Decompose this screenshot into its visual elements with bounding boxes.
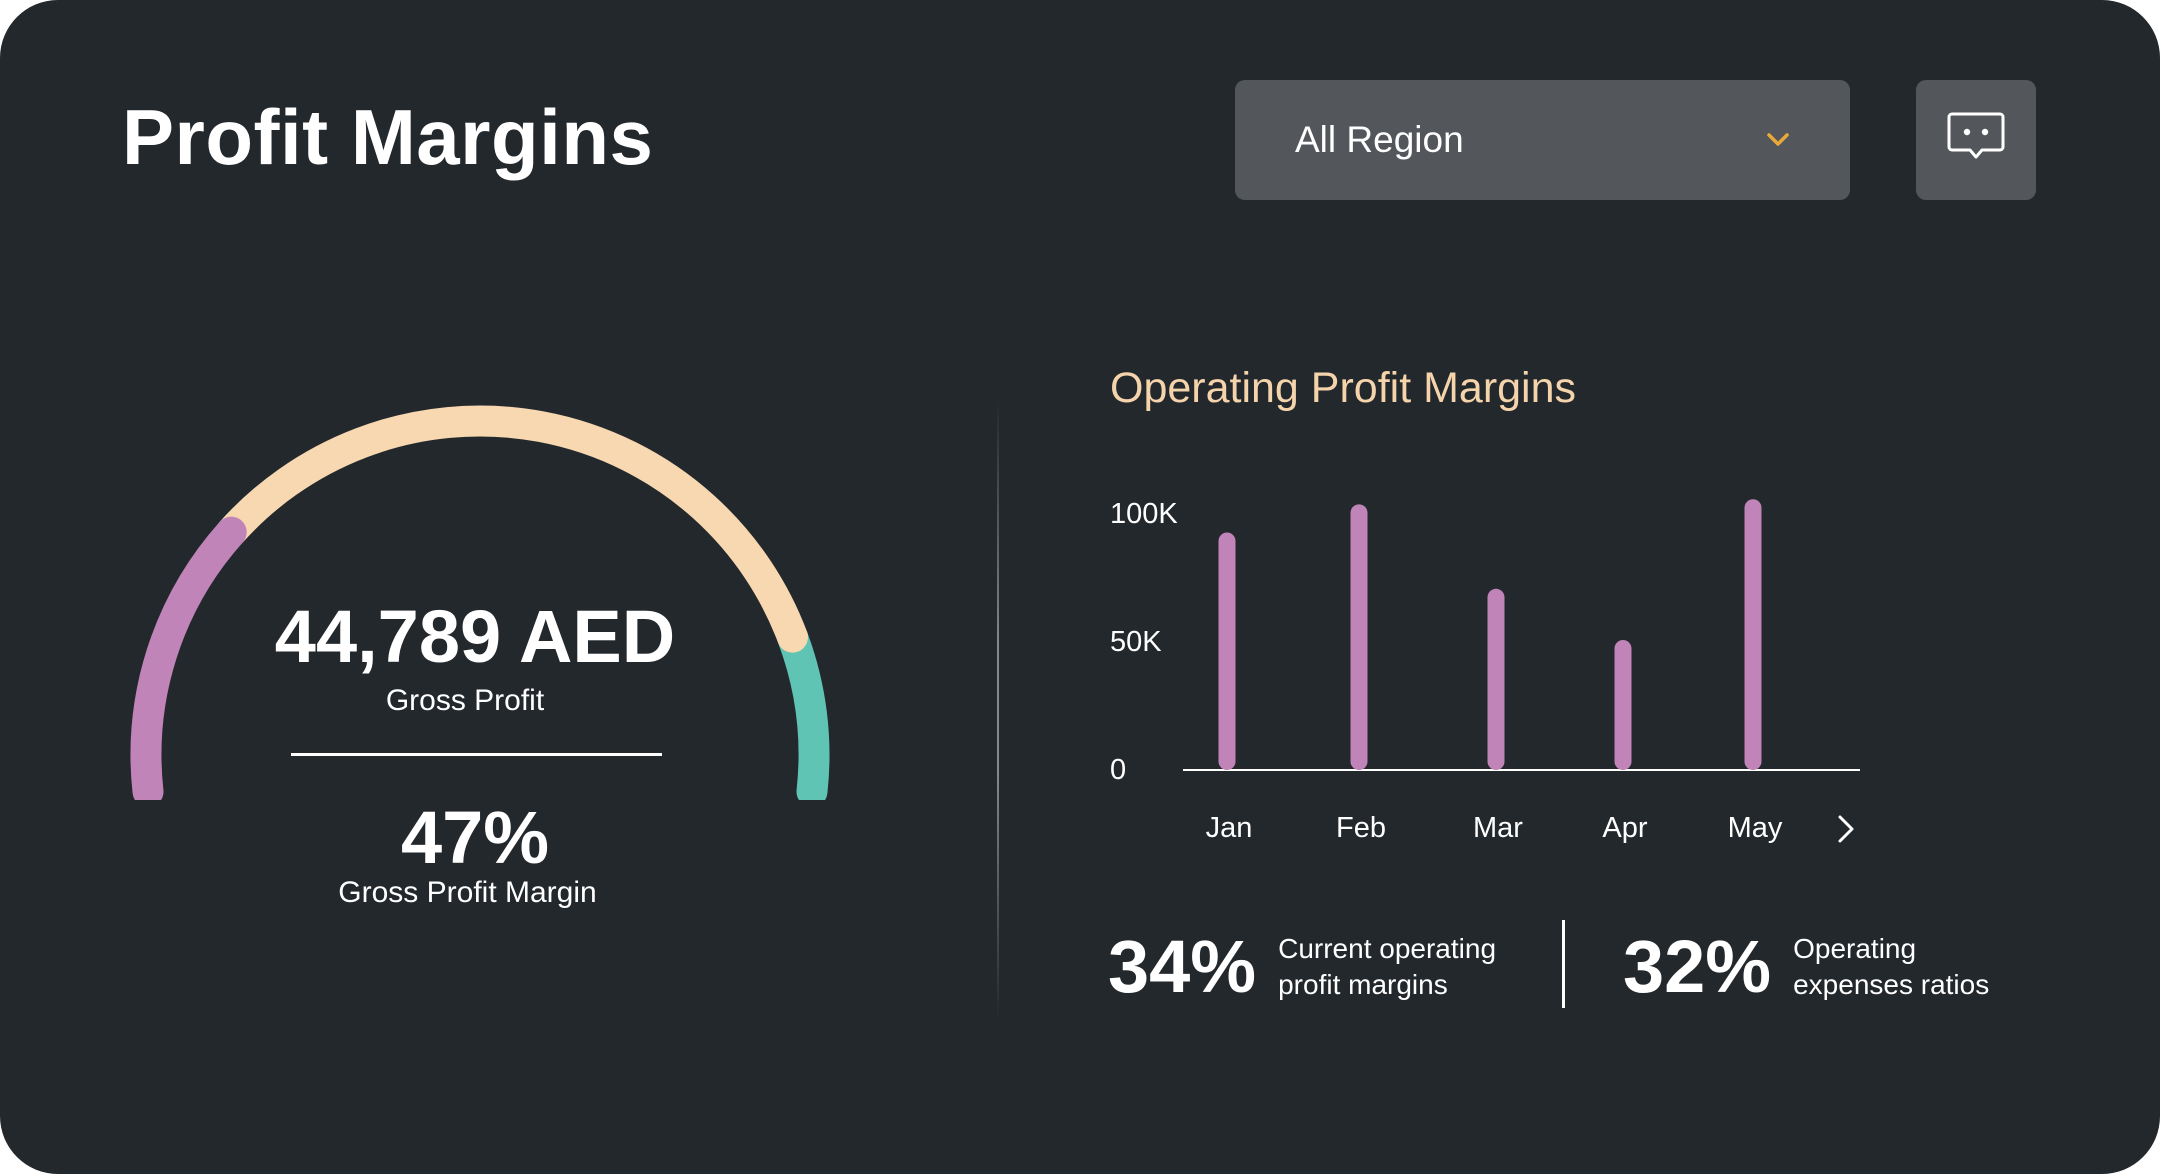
gauge-segment [777,621,830,800]
stat-value: 32% [1623,925,1772,1008]
gross-profit-gauge [130,405,830,800]
chat-bubble-icon [1946,110,2006,171]
bar-apr[interactable] [1614,640,1632,770]
chevron-down-icon [1766,132,1790,148]
stats-divider [1562,920,1565,1008]
stat-label-line1: Operating [1793,933,1917,964]
stat-value: 34% [1108,925,1257,1008]
stat-label-line2: expenses ratios [1793,969,1990,1000]
stat-label-line2: profit margins [1278,969,1448,1000]
stat-operating-expenses-ratio: 32% Operating expenses ratios [1623,930,1989,1004]
gauge-divider [291,753,662,756]
stat-label: Current operating profit margins [1278,931,1496,1003]
bar-may[interactable] [1744,499,1762,770]
gross-profit-margin-value: 47% [400,796,550,879]
bar-feb[interactable] [1350,504,1368,770]
bar-mar[interactable] [1487,588,1505,770]
x-tick-label: Mar [1473,812,1523,844]
gross-profit-label: Gross Profit [385,684,545,717]
x-tick-label: Apr [1602,812,1647,844]
stat-label-line1: Current operating [1278,933,1497,964]
gross-profit-margin-label: Gross Profit Margin [338,876,597,909]
chart-next-button[interactable] [1826,808,1866,854]
y-tick-label: 100K [1110,498,1178,530]
region-dropdown[interactable]: All Region [1235,80,1850,200]
page-title: Profit Margins [122,93,654,181]
operating-profit-bar-chart: 0 50K 100K Jan Feb Mar Apr May [1110,498,1860,844]
stat-label: Operating expenses ratios [1793,931,1989,1003]
x-tick-label: May [1728,812,1783,844]
gross-profit-value: 44,789 AED [274,595,676,678]
chat-button[interactable] [1916,80,2036,200]
stat-current-operating-margin: 34% Current operating profit margins [1108,930,1496,1004]
x-tick-label: Jan [1206,812,1253,844]
region-dropdown-value: All Region [1295,119,1464,160]
profit-margins-card: Profit Margins All Region 44,789 AED Gro… [0,0,2160,1174]
chart-title: Operating Profit Margins [1110,364,1577,412]
y-tick-label: 0 [1110,754,1126,786]
x-tick-label: Feb [1336,812,1386,844]
y-tick-label: 50K [1110,626,1162,658]
section-divider [997,400,999,1020]
bar-jan[interactable] [1218,532,1236,770]
chevron-right-icon [1836,814,1856,849]
